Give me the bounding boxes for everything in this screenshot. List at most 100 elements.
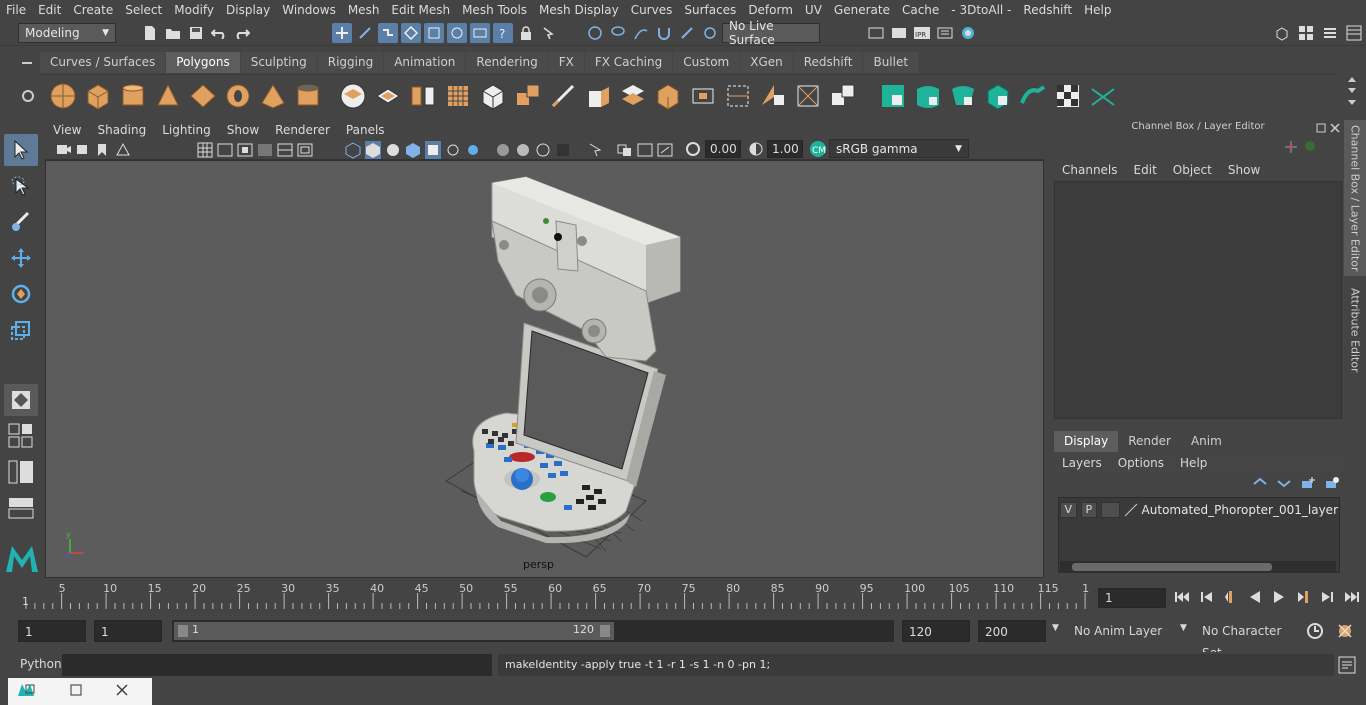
menu-windows[interactable]: Windows: [276, 3, 342, 17]
tab-render[interactable]: Render: [1118, 431, 1181, 452]
menu-uv[interactable]: UV: [799, 3, 828, 17]
range-start-grip[interactable]: [178, 625, 188, 637]
single-view-layout-icon[interactable]: [4, 384, 38, 416]
layer-display-type-toggle[interactable]: [1101, 502, 1120, 518]
layer-name[interactable]: Automated_Phoropter_001_layer: [1142, 503, 1338, 517]
layer-menu-options[interactable]: Options: [1110, 456, 1172, 470]
animation-start-field[interactable]: 1: [18, 620, 86, 642]
anim-layer-dropdown[interactable]: No Anim Layer: [1066, 620, 1170, 642]
magnet-icon[interactable]: [654, 23, 674, 43]
script-language-label[interactable]: Python: [20, 657, 62, 671]
lasso-icon[interactable]: [608, 23, 628, 43]
open-scene-icon[interactable]: [163, 23, 183, 43]
layer-playback-toggle[interactable]: P: [1080, 502, 1098, 518]
step-back-icon[interactable]: [1200, 590, 1214, 607]
soft-select-icon[interactable]: [700, 23, 720, 43]
exposure-icon[interactable]: [685, 141, 701, 157]
move-layer-down-icon[interactable]: [1276, 476, 1292, 492]
redo-icon[interactable]: [232, 23, 252, 43]
menu-generate[interactable]: Generate: [828, 3, 896, 17]
viewport-menu-lighting[interactable]: Lighting: [154, 123, 219, 137]
range-slider-track[interactable]: 1 120: [172, 620, 894, 642]
chevron-down-icon[interactable]: ▼: [1180, 623, 1187, 633]
tab-sculpting[interactable]: Sculpting: [240, 52, 317, 73]
tab-curves-surfaces[interactable]: Curves / Surfaces: [40, 52, 166, 73]
time-slider[interactable]: 5 10 15 20 25 30 35 40 45 50 55 60 65 70 75 80 85 90 95 100…: [18, 581, 1096, 611]
new-layer-selected-icon[interactable]: [1324, 476, 1340, 492]
menu-modify[interactable]: Modify: [168, 3, 220, 17]
lasso-tool-icon[interactable]: [4, 170, 38, 202]
select-by-object-icon[interactable]: [355, 23, 375, 43]
move-layer-up-icon[interactable]: [1252, 476, 1268, 492]
tab-custom[interactable]: Custom: [673, 52, 740, 73]
menu-edit-mesh[interactable]: Edit Mesh: [385, 3, 456, 17]
color-management-icon[interactable]: CM: [809, 140, 827, 158]
channel-box-menu-edit[interactable]: Edit: [1126, 163, 1165, 177]
auto-key-icon[interactable]: [1306, 622, 1324, 643]
attribute-editor-icon[interactable]: [1320, 23, 1340, 43]
manipulator-icon[interactable]: [1284, 140, 1298, 156]
menu-mesh-display[interactable]: Mesh Display: [533, 3, 625, 17]
channel-box-side-tab[interactable]: Channel Box / Layer Editor: [1344, 120, 1366, 276]
tab-redshift[interactable]: Redshift: [793, 52, 863, 73]
animation-end-field[interactable]: 200: [978, 620, 1046, 642]
layer-scrollbar[interactable]: [1060, 561, 1336, 573]
select-lock-icon[interactable]: [539, 23, 559, 43]
animation-preferences-icon[interactable]: [1336, 622, 1354, 643]
color-space-dropdown[interactable]: sRGB gamma ▼: [829, 139, 969, 158]
attribute-editor-side-tab[interactable]: Attribute Editor: [1344, 280, 1366, 380]
symmetry-icon[interactable]: [677, 23, 697, 43]
snap-together-icon[interactable]: [585, 23, 605, 43]
outliner-icon[interactable]: [1296, 23, 1316, 43]
menu-deform[interactable]: Deform: [742, 3, 799, 17]
step-back-key-icon[interactable]: [1224, 590, 1238, 607]
paint-select-icon[interactable]: [631, 23, 651, 43]
save-scene-icon[interactable]: [186, 23, 206, 43]
current-frame-field[interactable]: 1: [1098, 588, 1166, 608]
character-set-dropdown[interactable]: No Character Set: [1196, 620, 1300, 660]
live-surface-field[interactable]: No Live Surface: [722, 19, 820, 47]
go-to-start-icon[interactable]: [1174, 590, 1190, 607]
menu-mesh-tools[interactable]: Mesh Tools: [456, 3, 533, 17]
tab-polygons[interactable]: Polygons: [166, 52, 240, 73]
layer-row[interactable]: V P Automated_Phoropter_001_layer: [1060, 501, 1338, 519]
tab-fx-caching[interactable]: FX Caching: [584, 52, 673, 73]
render-view-icon[interactable]: [866, 23, 886, 43]
tab-fx[interactable]: FX: [548, 52, 584, 73]
exposure-field[interactable]: 0.00: [705, 140, 741, 158]
tab-xgen[interactable]: XGen: [740, 52, 793, 73]
modeling-toolkit-icon[interactable]: [1272, 23, 1292, 43]
viewport-menu-show[interactable]: Show: [219, 123, 267, 137]
command-input[interactable]: [62, 654, 492, 676]
select-by-component-icon[interactable]: [378, 23, 398, 43]
tab-display[interactable]: Display: [1054, 431, 1119, 452]
tab-animation[interactable]: Animation: [384, 52, 466, 73]
playback-end-field[interactable]: 120: [902, 620, 970, 642]
snap-curve-icon[interactable]: [424, 23, 444, 43]
snap-live-icon[interactable]: ?: [493, 23, 513, 43]
close-icon[interactable]: [1330, 122, 1340, 136]
rotate-tool-icon[interactable]: [4, 278, 38, 310]
viewport-menu-panels[interactable]: Panels: [338, 123, 393, 137]
perspective-viewport[interactable]: y: [45, 160, 1044, 578]
lock-icon[interactable]: [516, 23, 536, 43]
restore-window-icon[interactable]: [16, 682, 36, 701]
menu-3dtoall[interactable]: - 3DtoAll -: [945, 3, 1017, 17]
workspace-dropdown[interactable]: Modeling ▼: [18, 23, 116, 43]
new-layer-icon[interactable]: [1300, 476, 1316, 492]
snap-grid-icon[interactable]: [401, 23, 421, 43]
channel-box-menu-channels[interactable]: Channels: [1054, 163, 1126, 177]
move-tool-icon[interactable]: [4, 242, 38, 274]
gamma-field[interactable]: 1.00: [767, 140, 803, 158]
playback-start-field[interactable]: 1: [94, 620, 162, 642]
snap-point-icon[interactable]: [447, 23, 467, 43]
snap-view-plane-icon[interactable]: [470, 23, 490, 43]
paint-select-tool-icon[interactable]: [4, 206, 38, 238]
shelf-menu-icon[interactable]: [20, 56, 34, 70]
menu-cache[interactable]: Cache: [896, 3, 945, 17]
layer-menu-layers[interactable]: Layers: [1054, 456, 1110, 470]
layer-menu-help[interactable]: Help: [1172, 456, 1215, 470]
menu-display[interactable]: Display: [220, 3, 276, 17]
layer-visibility-toggle[interactable]: V: [1060, 502, 1077, 518]
render-settings-icon[interactable]: [935, 23, 955, 43]
